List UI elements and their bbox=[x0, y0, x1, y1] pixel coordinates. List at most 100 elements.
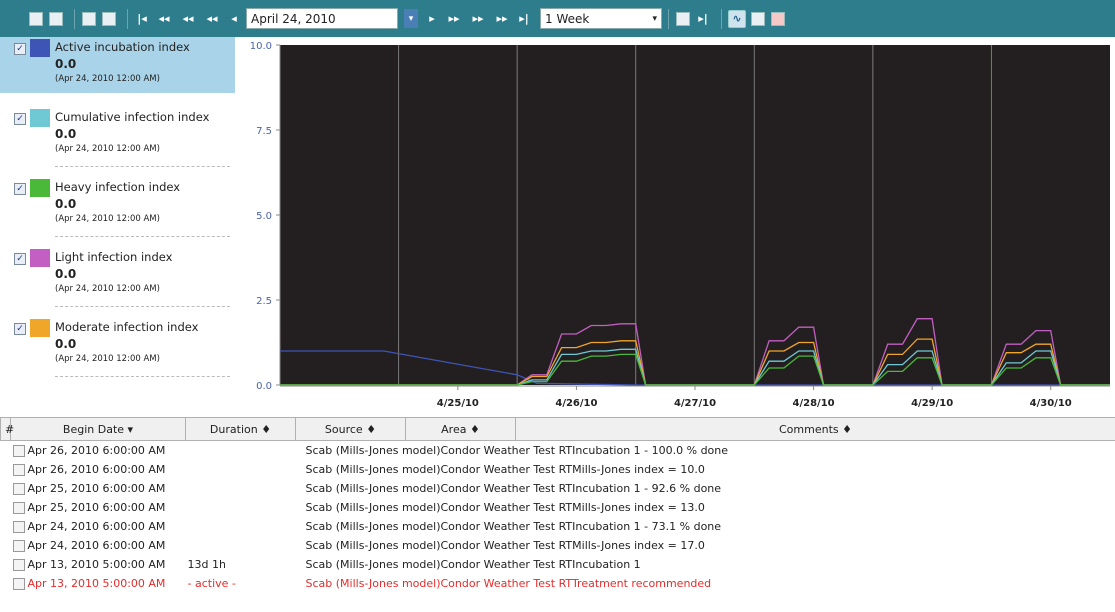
source-text: Scab (Mills-Jones model) bbox=[305, 482, 441, 495]
begin-date-text: Apr 26, 2010 6:00:00 AM bbox=[27, 463, 166, 476]
area-text: Condor Weather Test RT bbox=[440, 482, 573, 495]
comment-text: Incubation 1 bbox=[572, 558, 641, 571]
forward-medium-icon[interactable]: ▸▸ bbox=[468, 11, 488, 27]
column-header-begin-date[interactable]: Begin Date ▾ bbox=[10, 417, 186, 441]
legend-checkbox[interactable]: ✓ bbox=[14, 253, 26, 265]
first-icon[interactable]: |◂ bbox=[134, 11, 150, 27]
legend-value: 0.0 bbox=[55, 57, 77, 71]
forward-small-icon[interactable]: ▸▸ bbox=[444, 11, 464, 27]
begin-date-cell: Apr 24, 2010 6:00:00 AM bbox=[1, 536, 186, 555]
comment-text: Incubation 1 - 100.0 % done bbox=[572, 444, 729, 457]
column-header-area[interactable]: Area ♦ bbox=[405, 417, 516, 441]
begin-date-text: Apr 24, 2010 6:00:00 AM bbox=[27, 539, 166, 552]
begin-date-cell: Apr 25, 2010 6:00:00 AM bbox=[1, 498, 186, 517]
row-checkbox[interactable] bbox=[12, 445, 25, 457]
plot-area bbox=[280, 45, 1110, 385]
print-icon[interactable] bbox=[81, 11, 97, 27]
legend-swatch bbox=[30, 39, 50, 57]
legend-date: (Apr 24, 2010 12:00 AM) bbox=[55, 354, 160, 364]
legend-value: 0.0 bbox=[55, 337, 77, 351]
event-cell: Scab (Mills-Jones model)Condor Weather T… bbox=[296, 441, 1115, 461]
legend-checkbox[interactable]: ✓ bbox=[14, 183, 26, 195]
table-row[interactable]: Apr 24, 2010 6:00:00 AM Scab (Mills-Jones… bbox=[1, 536, 1115, 555]
row-checkbox[interactable] bbox=[12, 502, 25, 514]
table-row[interactable]: Apr 25, 2010 6:00:00 AM Scab (Mills-Jones… bbox=[1, 479, 1115, 498]
date-input[interactable] bbox=[246, 8, 398, 29]
legend-name: Heavy infection index bbox=[55, 180, 181, 194]
legend-item-light-infection[interactable]: ✓ Light infection index 0.0 (Apr 24, 201… bbox=[0, 247, 235, 303]
back-large-icon[interactable]: ◂◂ bbox=[154, 11, 174, 27]
chart-type-icon[interactable] bbox=[675, 11, 691, 27]
column-header-source[interactable]: Source ♦ bbox=[295, 417, 406, 441]
row-checkbox[interactable] bbox=[12, 521, 25, 533]
comment-text: Incubation 1 - 73.1 % done bbox=[572, 520, 722, 533]
last-icon[interactable]: ▸| bbox=[516, 11, 532, 27]
row-checkbox[interactable] bbox=[12, 578, 25, 590]
pan-icon[interactable]: ▸| bbox=[695, 11, 711, 27]
toolbar: |◂ ◂◂ ◂◂ ◂◂ ◂ ▾ ▸ ▸▸ ▸▸ ▸▸ ▸| 1 Week ▾ ▸… bbox=[0, 0, 1115, 37]
calendar-drop-icon[interactable]: ▾ bbox=[404, 9, 418, 28]
x-tick-label: 4/25/10 bbox=[437, 398, 479, 409]
event-cell: Scab (Mills-Jones model)Condor Weather T… bbox=[296, 517, 1115, 536]
x-tick-label: 4/30/10 bbox=[1030, 398, 1072, 409]
begin-date-text: Apr 25, 2010 6:00:00 AM bbox=[27, 482, 166, 495]
x-tick-label: 4/28/10 bbox=[793, 398, 835, 409]
back-small-icon[interactable]: ◂◂ bbox=[202, 11, 222, 27]
source-text: Scab (Mills-Jones model) bbox=[305, 501, 441, 514]
comment-text: Mills-Jones index = 17.0 bbox=[572, 539, 705, 552]
area-text: Condor Weather Test RT bbox=[440, 577, 572, 590]
legend-value: 0.0 bbox=[55, 127, 77, 141]
thermometer-icon[interactable] bbox=[770, 11, 786, 27]
chart: 10.0 7.5 5.0 2.5 0.0 4/25/10 4/26/10 4/27/10 4/2… bbox=[250, 41, 1110, 409]
row-checkbox[interactable] bbox=[12, 483, 25, 495]
legend-item-cumulative-infection[interactable]: ✓ Cumulative infection index 0.0 (Apr 24… bbox=[0, 107, 235, 163]
range-select[interactable]: 1 Week ▾ bbox=[540, 8, 662, 29]
table-row[interactable]: Apr 24, 2010 6:00:00 AM Scab (Mills-Jones… bbox=[1, 517, 1115, 536]
legend-item-moderate-infection[interactable]: ✓ Moderate infection index 0.0 (Apr 24, … bbox=[0, 317, 235, 373]
save-icon[interactable] bbox=[28, 11, 44, 27]
y-tick-label: 0.0 bbox=[256, 381, 272, 392]
legend-divider bbox=[55, 306, 230, 307]
legend-divider bbox=[55, 236, 230, 237]
duration-cell bbox=[186, 498, 296, 517]
back-icon[interactable]: ◂ bbox=[226, 11, 242, 27]
legend-divider bbox=[55, 166, 230, 167]
legend-date: (Apr 24, 2010 12:00 AM) bbox=[55, 144, 160, 154]
legend-checkbox[interactable]: ✓ bbox=[14, 323, 26, 335]
row-checkbox[interactable] bbox=[12, 559, 25, 571]
legend-checkbox[interactable]: ✓ bbox=[14, 113, 26, 125]
y-tick-label: 10.0 bbox=[250, 41, 272, 52]
export-icon[interactable] bbox=[101, 11, 117, 27]
legend-name: Cumulative infection index bbox=[55, 110, 210, 124]
column-header-comments[interactable]: Comments ♦ bbox=[515, 417, 1115, 441]
begin-date-cell: Apr 26, 2010 6:00:00 AM bbox=[1, 441, 186, 461]
range-drop-icon[interactable]: ▾ bbox=[652, 14, 657, 24]
legend-item-heavy-infection[interactable]: ✓ Heavy infection index 0.0 (Apr 24, 201… bbox=[0, 177, 235, 233]
table-view-icon[interactable] bbox=[750, 11, 766, 27]
column-header-duration[interactable]: Duration ♦ bbox=[185, 417, 296, 441]
line-view-icon[interactable]: ∿ bbox=[728, 9, 746, 28]
duration-cell bbox=[186, 441, 296, 461]
table-row[interactable]: Apr 13, 2010 5:00:00 AM - active - Scab (M… bbox=[1, 574, 1115, 593]
comment-text: Mills-Jones index = 13.0 bbox=[572, 501, 705, 514]
table-row[interactable]: Apr 26, 2010 6:00:00 AM Scab (Mills-Jones… bbox=[1, 441, 1115, 461]
back-medium-icon[interactable]: ◂◂ bbox=[178, 11, 198, 27]
comment-text: Mills-Jones index = 10.0 bbox=[572, 463, 705, 476]
row-checkbox[interactable] bbox=[12, 540, 25, 552]
event-cell: Scab (Mills-Jones model)Condor Weather T… bbox=[296, 498, 1115, 517]
column-header-number[interactable]: # bbox=[0, 417, 14, 441]
save-as-icon[interactable] bbox=[48, 11, 64, 27]
forward-large-icon[interactable]: ▸▸ bbox=[492, 11, 512, 27]
legend-swatch bbox=[30, 109, 50, 127]
row-checkbox[interactable] bbox=[12, 464, 25, 476]
table-row[interactable]: Apr 13, 2010 5:00:00 AM 13d 1h Scab (Mills… bbox=[1, 555, 1115, 574]
legend-item-active-incubation[interactable]: ✓ Active incubation index 0.0 (Apr 24, 2… bbox=[0, 37, 235, 93]
duration-cell bbox=[186, 517, 296, 536]
duration-cell: - active - bbox=[187, 577, 236, 590]
event-cell: Scab (Mills-Jones model)Condor Weather T… bbox=[296, 479, 1115, 498]
forward-icon[interactable]: ▸ bbox=[424, 11, 440, 27]
table-row[interactable]: Apr 26, 2010 6:00:00 AM Scab (Mills-Jones… bbox=[1, 460, 1115, 479]
begin-date-cell: Apr 25, 2010 6:00:00 AM bbox=[1, 479, 186, 498]
table-row[interactable]: Apr 25, 2010 6:00:00 AM Scab (Mills-Jones… bbox=[1, 498, 1115, 517]
legend-checkbox[interactable]: ✓ bbox=[14, 43, 26, 55]
